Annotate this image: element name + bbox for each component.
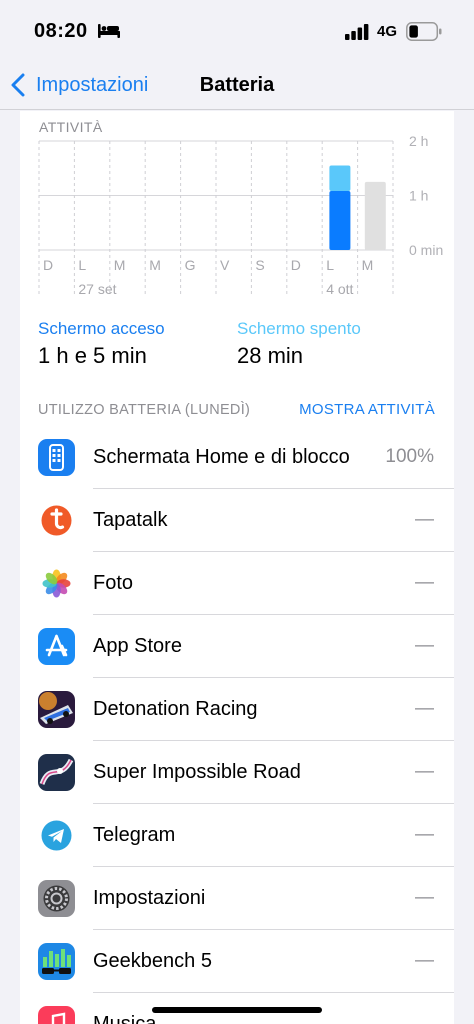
activity-chart[interactable]: 2 h 1 h 0 min D L M M G V S D L M 27 set 4 ott	[20, 111, 454, 311]
day-label: M	[149, 257, 161, 273]
app-row[interactable]: Impostazioni —	[20, 867, 454, 930]
bar-8	[329, 165, 351, 191]
app-row[interactable]: Geekbench 5 —	[20, 930, 454, 993]
app-usage-value: —	[415, 635, 434, 656]
app-row[interactable]: Telegram —	[20, 804, 454, 867]
day-label: V	[220, 257, 230, 273]
app-name: Super Impossible Road	[93, 761, 301, 783]
navigation-bar: Impostazioni Batteria	[0, 62, 474, 110]
app-usage-value: —	[415, 887, 434, 908]
app-name: Foto	[93, 572, 134, 594]
app-usage-value: 100%	[385, 446, 434, 467]
settings-icon	[38, 880, 75, 917]
screen-off-value: 28 min	[237, 343, 304, 368]
home-screen-icon	[38, 439, 75, 476]
day-label: L	[326, 257, 334, 273]
app-row[interactable]: Detonation Racing —	[20, 678, 454, 741]
app-row[interactable]: App Store —	[20, 615, 454, 678]
super-impossible-road-icon	[38, 754, 75, 791]
signal-icon	[345, 24, 369, 40]
activity-card: 2 h 1 h 0 min D L M M G V S D L M 27 set 4 ott ATTIVIT…	[20, 111, 454, 426]
status-bar: 08:20 4G	[0, 0, 474, 62]
screen-on-label: Schermo acceso	[38, 319, 165, 338]
day-label: D	[43, 257, 53, 273]
app-row[interactable]: Tapatalk —	[20, 489, 454, 552]
day-label: D	[291, 257, 301, 273]
app-store-icon	[38, 628, 75, 665]
activity-label: ATTIVITÀ	[39, 119, 103, 135]
y-tick-label: 2 h	[409, 133, 428, 149]
app-name: Telegram	[93, 824, 176, 846]
telegram-icon	[38, 817, 75, 854]
screen-off-label: Schermo spento	[237, 319, 361, 338]
app-name: Schermata Home e di blocco	[93, 446, 350, 468]
show-activity-button[interactable]: MOSTRA ATTIVITÀ	[299, 401, 435, 418]
photos-icon	[38, 565, 75, 602]
app-row[interactable]: Schermata Home e di blocco 100%	[20, 426, 454, 489]
app-name: Impostazioni	[93, 887, 206, 909]
y-tick-label: 0 min	[409, 242, 443, 258]
geekbench-icon	[38, 943, 75, 980]
network-label: 4G	[377, 23, 398, 40]
app-row[interactable]: Foto —	[20, 552, 454, 615]
app-row[interactable]: Super Impossible Road —	[20, 741, 454, 804]
app-usage-list: Schermata Home e di blocco 100% Tapatalk — F…	[20, 426, 454, 1024]
home-indicator[interactable]	[152, 1007, 322, 1013]
tapatalk-icon	[38, 502, 75, 539]
day-label: M	[362, 257, 374, 273]
screen-on-value: 1 h e 5 min	[38, 343, 147, 368]
battery-usage-title: UTILIZZO BATTERIA (LUNEDÌ)	[38, 402, 251, 418]
y-tick-label: 1 h	[409, 188, 428, 204]
app-usage-value: —	[415, 761, 434, 782]
app-usage-value: —	[415, 698, 434, 719]
date-label: 27 set	[78, 281, 116, 297]
app-usage-value: —	[415, 824, 434, 845]
battery-icon	[406, 22, 442, 41]
detonation-racing-icon	[38, 691, 75, 728]
page-title: Batteria	[0, 74, 474, 97]
day-label: M	[114, 257, 126, 273]
day-label: S	[255, 257, 264, 273]
bar-9	[364, 181, 386, 250]
app-usage-value: —	[415, 950, 434, 971]
app-name: Musica	[93, 1013, 157, 1024]
music-icon	[38, 1006, 75, 1024]
app-name: Geekbench 5	[93, 950, 212, 972]
day-label: G	[185, 257, 196, 273]
battery-usage-header: UTILIZZO BATTERIA (LUNEDÌ) MOSTRA ATTIVI…	[0, 390, 474, 426]
bed-icon	[98, 24, 120, 38]
app-name: Detonation Racing	[93, 698, 258, 720]
app-name: App Store	[93, 635, 182, 657]
day-label: L	[78, 257, 86, 273]
status-time: 08:20	[34, 20, 88, 42]
app-usage-value: —	[415, 572, 434, 593]
bar-8	[329, 190, 351, 250]
app-name: Tapatalk	[93, 509, 168, 531]
app-usage-value: —	[415, 509, 434, 530]
date-label: 4 ott	[326, 281, 353, 297]
page-title-text: Batteria	[199, 74, 275, 96]
